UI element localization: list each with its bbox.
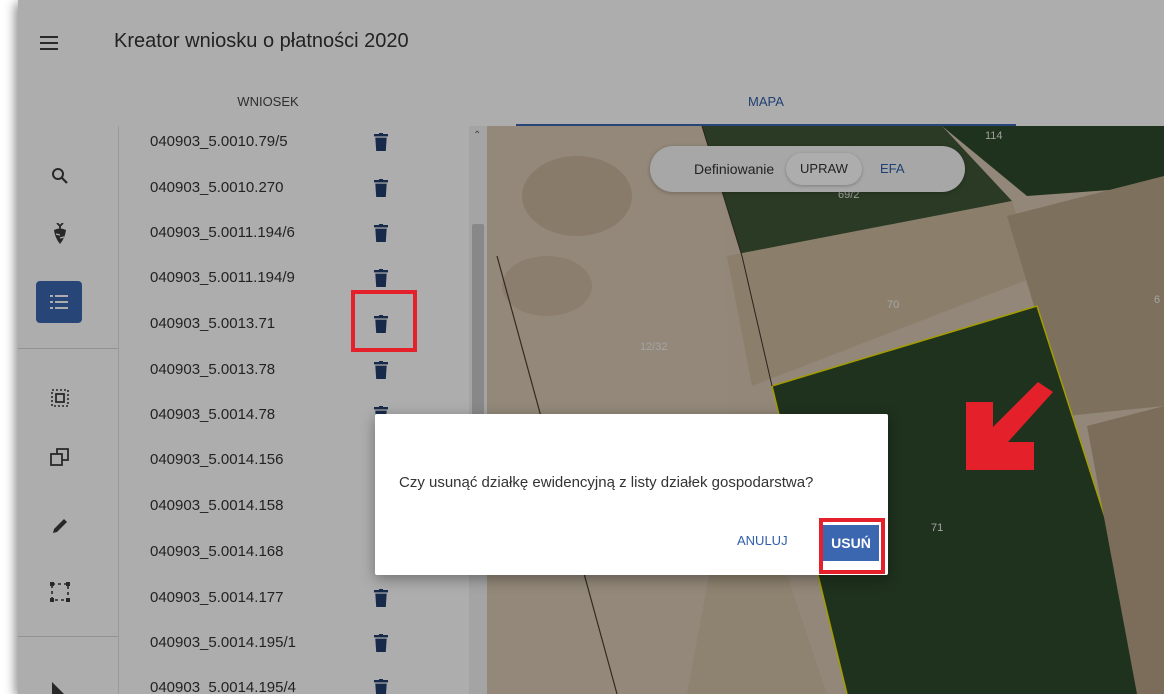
modal-backdrop[interactable] bbox=[18, 0, 1164, 694]
highlight-frame bbox=[819, 518, 885, 574]
dialog-message: Czy usunąć działkę ewidencyjną z listy d… bbox=[399, 474, 814, 491]
red-arrow-annotation bbox=[966, 382, 1053, 470]
confirm-delete-dialog: Czy usunąć działkę ewidencyjną z listy d… bbox=[375, 414, 888, 575]
cancel-button[interactable]: ANULUJ bbox=[737, 533, 788, 548]
highlight-frame bbox=[351, 290, 417, 352]
app-window: Kreator wniosku o płatności 2020 WNIOSEK… bbox=[18, 0, 1164, 694]
